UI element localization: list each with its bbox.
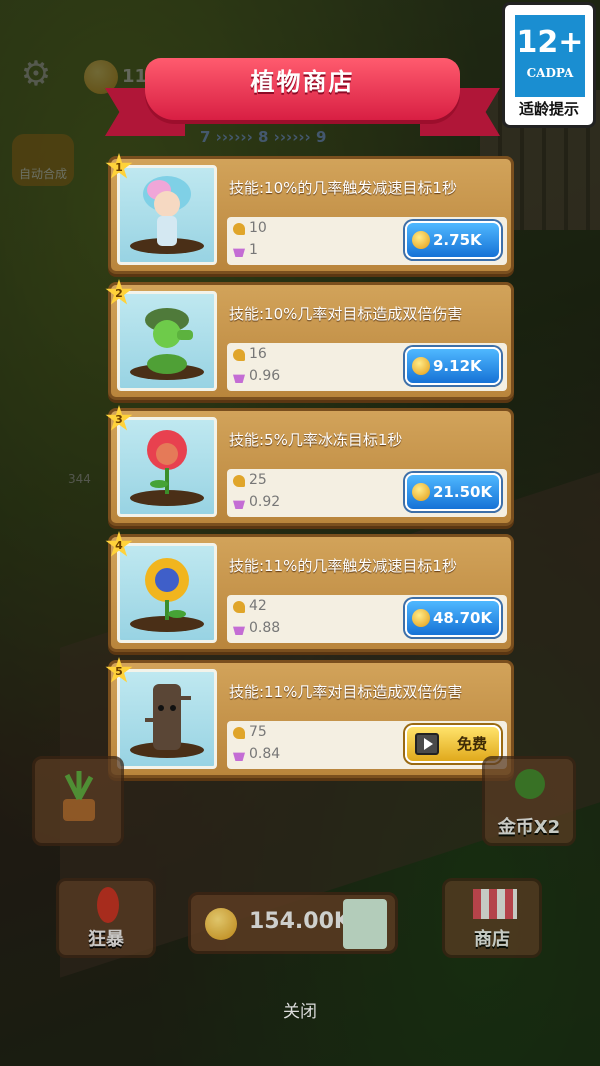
coin-balance-panel: 154.00K (188, 892, 398, 954)
plant-portrait (117, 543, 217, 643)
plant-skill-text: 技能:11%的几率触发减速目标1秒 (229, 557, 457, 575)
plant-skill-text: 技能:11%几率对目标造成双倍伤害 (229, 683, 463, 701)
plant-skill-text: 技能:10%的几率触发减速目标1秒 (229, 179, 457, 197)
banner-main: 植物商店 (145, 58, 460, 120)
tree-stump-plant-icon (145, 684, 191, 750)
attack-value: 75 (249, 724, 267, 740)
buy-button[interactable]: 2.75K (405, 221, 501, 259)
coin-icon (412, 231, 430, 249)
coin-icon (412, 483, 430, 501)
attack-value: 16 (249, 346, 267, 362)
price-label: 21.50K (433, 483, 493, 501)
age-rating-number: 12+ (516, 25, 584, 60)
age-rating-badge: 12+ CADPA 适龄提示 (502, 2, 596, 128)
plant-card: 4 技能:11%的几率触发减速目标1秒 42 0.88 48.70K (105, 531, 514, 652)
speed-value: 0.84 (249, 746, 281, 762)
age-rating-tip: 适龄提示 (518, 100, 579, 118)
attack-value: 42 (249, 598, 267, 614)
plant-card: 5 技能:11%几率对目标造成双倍伤害 75 0.84 免费 (105, 657, 514, 778)
attack-icon (233, 349, 245, 361)
store-label: 商店 (474, 929, 510, 950)
rage-label: 狂暴 (88, 929, 124, 950)
pea-shooter-plant-icon (145, 308, 193, 374)
speed-stat: 0.88 (233, 620, 281, 636)
store-button[interactable]: 商店 (442, 878, 542, 958)
speed-stat: 0.92 (233, 494, 281, 510)
plant-pot-slot[interactable] (32, 756, 124, 846)
speed-value: 1 (249, 242, 258, 258)
attack-stat: 75 (233, 724, 267, 740)
shop-awning-icon (473, 889, 517, 919)
plant-portrait (117, 669, 217, 769)
shop-title: 植物商店 (250, 68, 355, 96)
price-label: 2.75K (433, 231, 482, 249)
attack-value: 25 (249, 472, 267, 488)
sunflower-plant-icon (145, 558, 189, 620)
plant-portrait (117, 291, 217, 391)
potted-plant-icon (63, 771, 95, 821)
coin-icon (412, 609, 430, 627)
age-rating-org: CADPA (526, 66, 574, 80)
price-label: 9.12K (433, 357, 482, 375)
plant-card: 2 技能:10%几率对目标造成双倍伤害 16 0.96 9.12K (105, 279, 514, 400)
price-label: 48.70K (433, 609, 493, 627)
coin-icon (412, 357, 430, 375)
attack-stat: 10 (233, 220, 267, 236)
coin-icon (205, 908, 237, 940)
speed-stat: 0.96 (233, 368, 281, 384)
attack-stat: 42 (233, 598, 267, 614)
plant-card-thumbnail[interactable] (343, 899, 387, 949)
speed-value: 0.88 (249, 620, 281, 636)
plant-card: 3 技能:5%几率冰冻目标1秒 25 0.92 21.50K (105, 405, 514, 526)
money-bag-icon (515, 769, 545, 799)
speed-icon (233, 248, 245, 257)
flower-plant-icon (147, 430, 187, 494)
attack-stat: 16 (233, 346, 267, 362)
plant-skill-text: 技能:10%几率对目标造成双倍伤害 (229, 305, 463, 323)
price-label: 免费 (456, 735, 487, 753)
speed-stat: 0.84 (233, 746, 281, 762)
speed-icon (233, 374, 245, 383)
gold-x2-button[interactable]: 金币X2 (482, 756, 576, 846)
buy-button[interactable]: 21.50K (405, 473, 501, 511)
speed-value: 0.92 (249, 494, 281, 510)
gold-x2-label: 金币X2 (497, 817, 561, 838)
plant-portrait (117, 417, 217, 517)
ice-girl-plant-icon (143, 176, 191, 246)
speed-stat: 1 (233, 242, 258, 258)
attack-icon (233, 223, 245, 235)
close-button[interactable]: 关闭 (270, 998, 330, 1026)
speed-icon (233, 500, 245, 509)
attack-icon (233, 475, 245, 487)
plant-portrait (117, 165, 217, 265)
speed-value: 0.96 (249, 368, 281, 384)
age-rating-box: 12+ CADPA (515, 15, 585, 97)
rage-button[interactable]: 狂暴 (56, 878, 156, 958)
chili-pepper-icon (97, 887, 119, 923)
shop-title-banner: 植物商店 (105, 58, 500, 142)
attack-icon (233, 601, 245, 613)
speed-icon (233, 626, 245, 635)
buy-button[interactable]: 9.12K (405, 347, 501, 385)
plant-card: 1 技能:10%的几率触发减速目标1秒 10 1 2.75K (105, 153, 514, 274)
coin-balance: 154.00K (249, 909, 351, 934)
attack-value: 10 (249, 220, 267, 236)
attack-icon (233, 727, 245, 739)
video-icon (415, 733, 439, 755)
buy-button[interactable]: 48.70K (405, 599, 501, 637)
attack-stat: 25 (233, 472, 267, 488)
speed-icon (233, 752, 245, 761)
plant-skill-text: 技能:5%几率冰冻目标1秒 (229, 431, 403, 449)
